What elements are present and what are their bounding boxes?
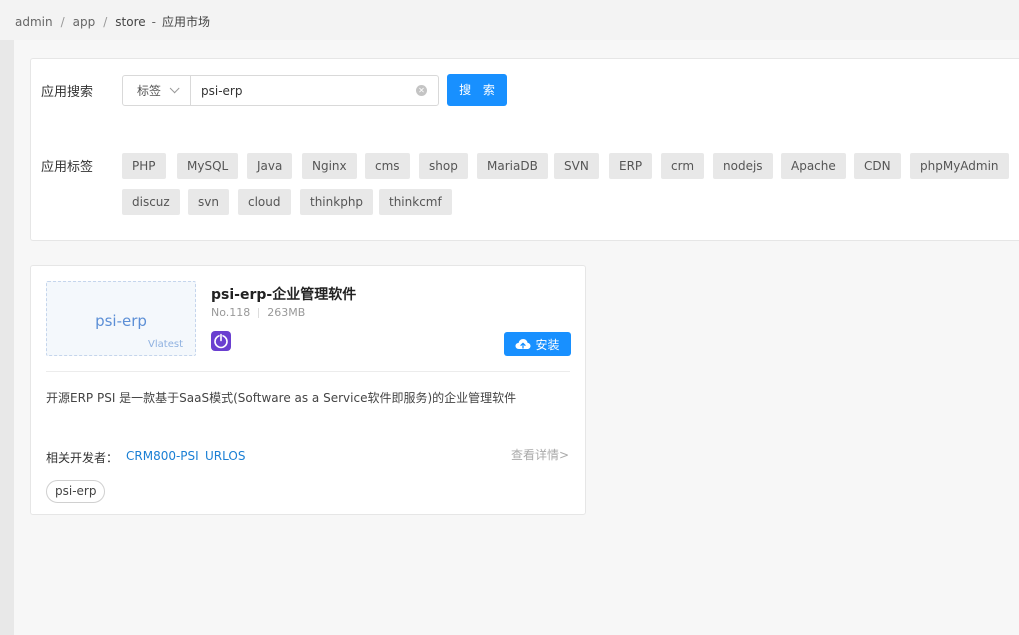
app-description: 开源ERP PSI 是一款基于SaaS模式(Software as a Serv…: [46, 391, 517, 405]
cloud-upload-icon: [515, 339, 531, 349]
page-header: admin / app / store - 应用市场: [0, 0, 1019, 40]
app-tag[interactable]: psi-erp: [46, 480, 106, 503]
breadcrumb-separator: /: [103, 14, 108, 29]
install-label: 安装: [535, 337, 560, 352]
search-label: 应用搜索: [41, 85, 94, 100]
tag-mariadb[interactable]: MariaDB: [477, 153, 548, 179]
power-icon: [211, 331, 231, 351]
search-button[interactable]: 搜 索: [447, 74, 507, 106]
clear-icon[interactable]: ✕: [416, 85, 427, 96]
breadcrumb-separator: /: [60, 14, 65, 29]
tag-svn[interactable]: svn: [188, 189, 229, 215]
breadcrumb-item-admin[interactable]: admin: [15, 15, 53, 29]
chevron-down-icon: [169, 83, 180, 94]
app-number: No.118: [211, 306, 251, 319]
tag-shop[interactable]: shop: [419, 153, 468, 179]
card-divider: [46, 371, 570, 372]
tag-svn-upper[interactable]: SVN: [554, 153, 599, 179]
app-card: psi-erp Vlatest psi-erp-企业管理软件 No.118 26…: [30, 265, 586, 515]
app-size: 263MB: [267, 306, 306, 319]
detail-link[interactable]: 查看详情>: [511, 446, 569, 463]
tag-erp[interactable]: ERP: [609, 153, 653, 179]
install-button[interactable]: 安装: [504, 332, 571, 356]
app-title[interactable]: psi-erp-企业管理软件: [211, 284, 356, 304]
tag-thinkcmf[interactable]: thinkcmf: [379, 189, 452, 215]
tag-phpmyadmin[interactable]: phpMyAdmin: [910, 153, 1009, 179]
developers-label: 相关开发者：: [46, 451, 119, 465]
breadcrumb-item-store[interactable]: store: [115, 15, 145, 29]
breadcrumb-dash: -: [151, 14, 156, 29]
tag-nodejs[interactable]: nodejs: [713, 153, 773, 179]
tag-list: PHP MySQL Java Nginx cms shop MariaDB SV…: [122, 153, 1012, 223]
tag-discuz[interactable]: discuz: [122, 189, 180, 215]
tag-cms[interactable]: cms: [365, 153, 410, 179]
search-type-select[interactable]: 标签: [123, 76, 191, 105]
breadcrumb-current: 应用市场: [162, 15, 211, 29]
left-rail: [0, 40, 14, 635]
tag-crm[interactable]: crm: [661, 153, 705, 179]
search-panel: 应用搜索 标签 ✕ 搜 索 应用标签 PHP MySQL Java Nginx …: [30, 58, 1019, 241]
thumb-version: Vlatest: [148, 339, 183, 350]
developer-link-crm800-psi[interactable]: CRM800-PSI: [126, 449, 199, 463]
search-type-value: 标签: [136, 84, 161, 98]
search-box: 标签 ✕: [122, 75, 439, 106]
app-thumbnail[interactable]: psi-erp Vlatest: [46, 281, 196, 356]
breadcrumb-item-app[interactable]: app: [73, 15, 96, 29]
developer-link-urlos[interactable]: URLOS: [205, 449, 245, 463]
meta-divider: [258, 307, 260, 318]
tag-nginx[interactable]: Nginx: [302, 153, 357, 179]
thumb-name: psi-erp: [95, 312, 147, 330]
tag-cloud[interactable]: cloud: [238, 189, 291, 215]
search-input[interactable]: [191, 76, 438, 105]
tag-java[interactable]: Java: [247, 153, 293, 179]
tag-apache[interactable]: Apache: [781, 153, 846, 179]
tag-cdn[interactable]: CDN: [854, 153, 901, 179]
tag-php[interactable]: PHP: [122, 153, 166, 179]
tag-mysql[interactable]: MySQL: [177, 153, 239, 179]
breadcrumb: admin / app / store - 应用市场: [15, 13, 210, 30]
tag-thinkphp[interactable]: thinkphp: [300, 189, 374, 215]
tags-label: 应用标签: [41, 160, 94, 175]
app-meta: No.118 263MB: [211, 306, 305, 319]
